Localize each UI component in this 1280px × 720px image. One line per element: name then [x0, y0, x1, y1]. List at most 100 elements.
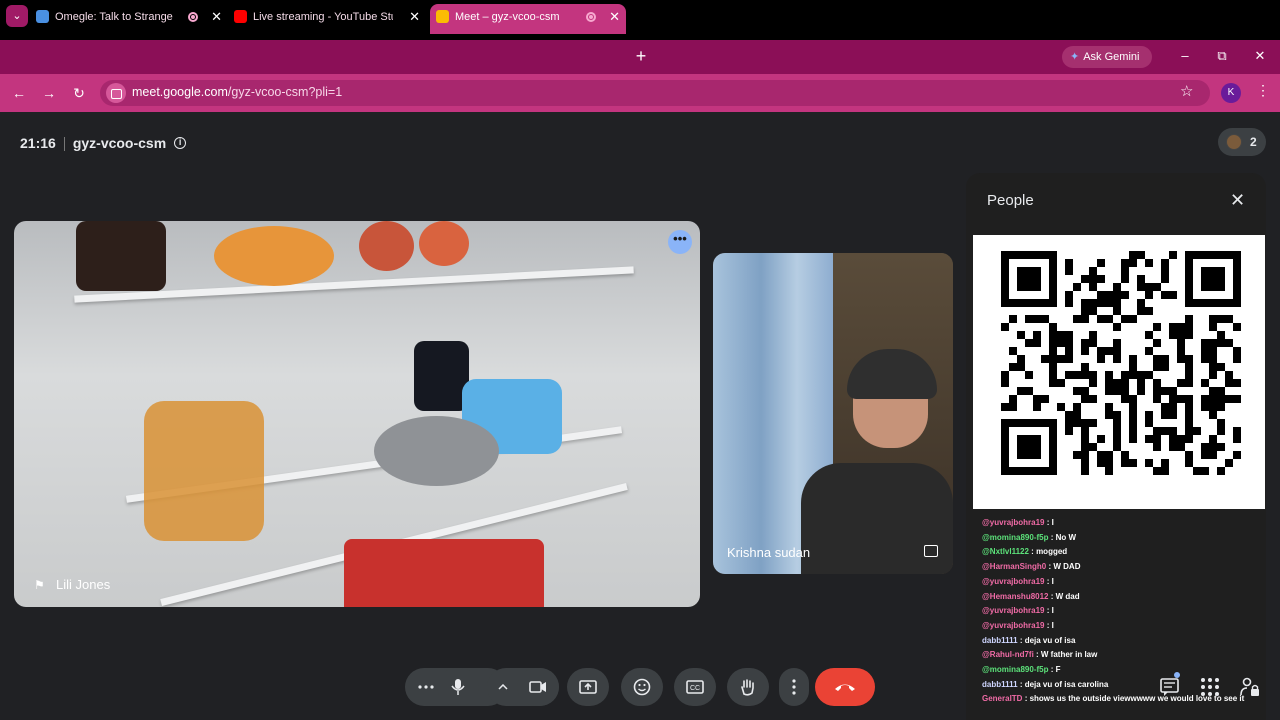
restore-icon[interactable]: ⧉: [1212, 44, 1232, 68]
chat-notification-dot: [1174, 672, 1180, 678]
panel-title: People: [987, 192, 1034, 209]
gemini-label: Ask Gemini: [1083, 51, 1140, 63]
close-tab-icon[interactable]: ✕: [211, 4, 222, 30]
participants-button[interactable]: 2: [1218, 128, 1266, 156]
chat-username: @momina890-f5p: [982, 665, 1049, 675]
reactions-button[interactable]: [621, 668, 663, 706]
close-panel-icon[interactable]: ✕: [1230, 190, 1245, 211]
chat-message: @HarmanSingh0 : W DAD: [982, 560, 1252, 575]
ask-gemini-button[interactable]: ✦ Ask Gemini: [1062, 46, 1152, 68]
chat-message: @Nxtlvl1122 : mogged: [982, 545, 1252, 560]
meeting-info: 21:16 gyz-vcoo-csm i: [20, 135, 187, 152]
chat-text: : I: [1044, 576, 1054, 586]
chat-username: @Hemanshu8012: [982, 591, 1049, 601]
chat-username: @Nxtlvl1122: [982, 547, 1029, 557]
close-window-icon[interactable]: ✕: [1250, 44, 1270, 68]
present-icon: [579, 680, 597, 694]
info-icon[interactable]: i: [174, 137, 187, 150]
chat-text: : I: [1044, 606, 1054, 616]
chat-text: : deja vu of isa: [1017, 635, 1076, 645]
pin-icon: ⚑: [34, 578, 45, 592]
chat-message: @yuvrajbohra19 : I: [982, 516, 1252, 531]
main-tile-name: ⚑ Lili Jones: [34, 577, 110, 592]
minimize-icon[interactable]: –: [1175, 44, 1195, 68]
back-arrow-icon[interactable]: ←: [8, 82, 30, 104]
chat-button[interactable]: [1159, 676, 1181, 698]
tab-title: Live streaming - YouTube Studio: [253, 11, 393, 24]
chat-message: @Rahul-nd7fi : W father in law: [982, 648, 1252, 663]
close-tab-icon[interactable]: ✕: [409, 4, 420, 30]
qr-code-image: [973, 235, 1265, 509]
apple-image: [359, 221, 414, 271]
raise-hand-button[interactable]: [727, 668, 769, 706]
food-bag-image: [214, 226, 334, 286]
tab-meet[interactable]: Meet – gyz-vcoo-csm ✕: [430, 4, 626, 34]
qr-code-graphic: [1001, 251, 1241, 475]
omegle-favicon-icon: [36, 9, 49, 23]
chevron-up-icon: [498, 684, 508, 690]
forward-arrow-icon[interactable]: →: [38, 82, 60, 104]
tile-more-options-icon[interactable]: •••: [668, 230, 692, 254]
chat-message: @yuvrajbohra19 : I: [982, 575, 1252, 590]
person-body-image: [801, 463, 953, 574]
more-vert-icon: [792, 679, 796, 695]
side-video-tile[interactable]: [713, 253, 953, 574]
browser-menu-icon[interactable]: ⋮: [1256, 82, 1270, 99]
apple-image: [419, 221, 469, 266]
close-tab-icon[interactable]: ✕: [609, 4, 620, 30]
activities-button[interactable]: [1199, 676, 1221, 698]
chat-username: @yuvrajbohra19: [982, 606, 1045, 616]
gemini-sparkle-icon: ✦: [1070, 51, 1080, 63]
chat-username: dabb1111: [982, 635, 1018, 645]
new-tab-icon[interactable]: +: [632, 44, 650, 68]
url-text[interactable]: meet.google.com/gyz-vcoo-csm?pli=1: [132, 85, 342, 99]
bookmark-star-icon[interactable]: ☆: [1180, 82, 1193, 100]
chat-text: : I: [1044, 620, 1054, 630]
chat-message: @yuvrajbohra19 : I: [982, 619, 1252, 634]
microphone-button[interactable]: [437, 668, 479, 706]
jar-image: [414, 341, 469, 411]
apps-grid-icon: [1201, 678, 1219, 696]
tab-omegle[interactable]: Omegle: Talk to Strangers! | ✕: [36, 4, 228, 34]
chat-message: @yuvrajbohra19 : I: [982, 604, 1252, 619]
chat-username: GeneralTD: [982, 694, 1023, 704]
tab-youtube-studio[interactable]: Live streaming - YouTube Studio ✕: [234, 4, 426, 34]
chat-message: @Hemanshu8012 : W dad: [982, 590, 1252, 605]
chat-text: : No W: [1048, 532, 1077, 542]
chat-username: dabb1111: [982, 679, 1018, 689]
tab-title: Meet – gyz-vcoo-csm: [455, 11, 560, 24]
camera-button[interactable]: [517, 668, 559, 706]
side-tile-name: Krishna sudan: [727, 545, 811, 560]
chat-text: : W father in law: [1033, 650, 1098, 660]
chat-text: : deja vu of isa carolina: [1017, 679, 1109, 689]
meeting-time: 21:16: [20, 135, 56, 151]
chat-message: dabb1111 : deja vu of isa: [982, 634, 1252, 649]
chat-username: @momina890-f5p: [982, 532, 1049, 542]
main-video-tile[interactable]: [14, 221, 700, 607]
chat-text: : F: [1048, 665, 1061, 675]
chat-username: @Rahul-nd7fi: [982, 650, 1034, 660]
lock-person-icon: [1240, 677, 1259, 696]
camera-options-button[interactable]: [487, 668, 519, 706]
reload-icon[interactable]: ↻: [68, 82, 90, 104]
recording-icon: [188, 12, 198, 22]
jar-image: [76, 221, 166, 291]
captions-button[interactable]: CC: [674, 668, 716, 706]
present-button[interactable]: [567, 668, 609, 706]
chat-message: @momina890-f5p : No W: [982, 531, 1252, 546]
picture-in-picture-icon[interactable]: [924, 545, 938, 557]
microphone-icon: [451, 679, 465, 695]
youtube-favicon-icon: [234, 9, 247, 23]
more-actions-button[interactable]: [779, 668, 809, 706]
leave-call-button[interactable]: [815, 668, 875, 706]
host-controls-button[interactable]: [1239, 676, 1261, 698]
chat-text: : W dad: [1048, 591, 1080, 601]
tab-search-button[interactable]: ⌄: [6, 5, 28, 27]
chat-text: : mogged: [1028, 547, 1068, 557]
participant-count: 2: [1250, 135, 1257, 149]
captions-icon: CC: [686, 680, 704, 694]
profile-avatar[interactable]: K: [1221, 83, 1241, 103]
participant-name: Lili Jones: [56, 577, 111, 592]
site-info-icon[interactable]: [106, 83, 126, 103]
url-path: /gyz-vcoo-csm?pli=1: [227, 85, 343, 99]
